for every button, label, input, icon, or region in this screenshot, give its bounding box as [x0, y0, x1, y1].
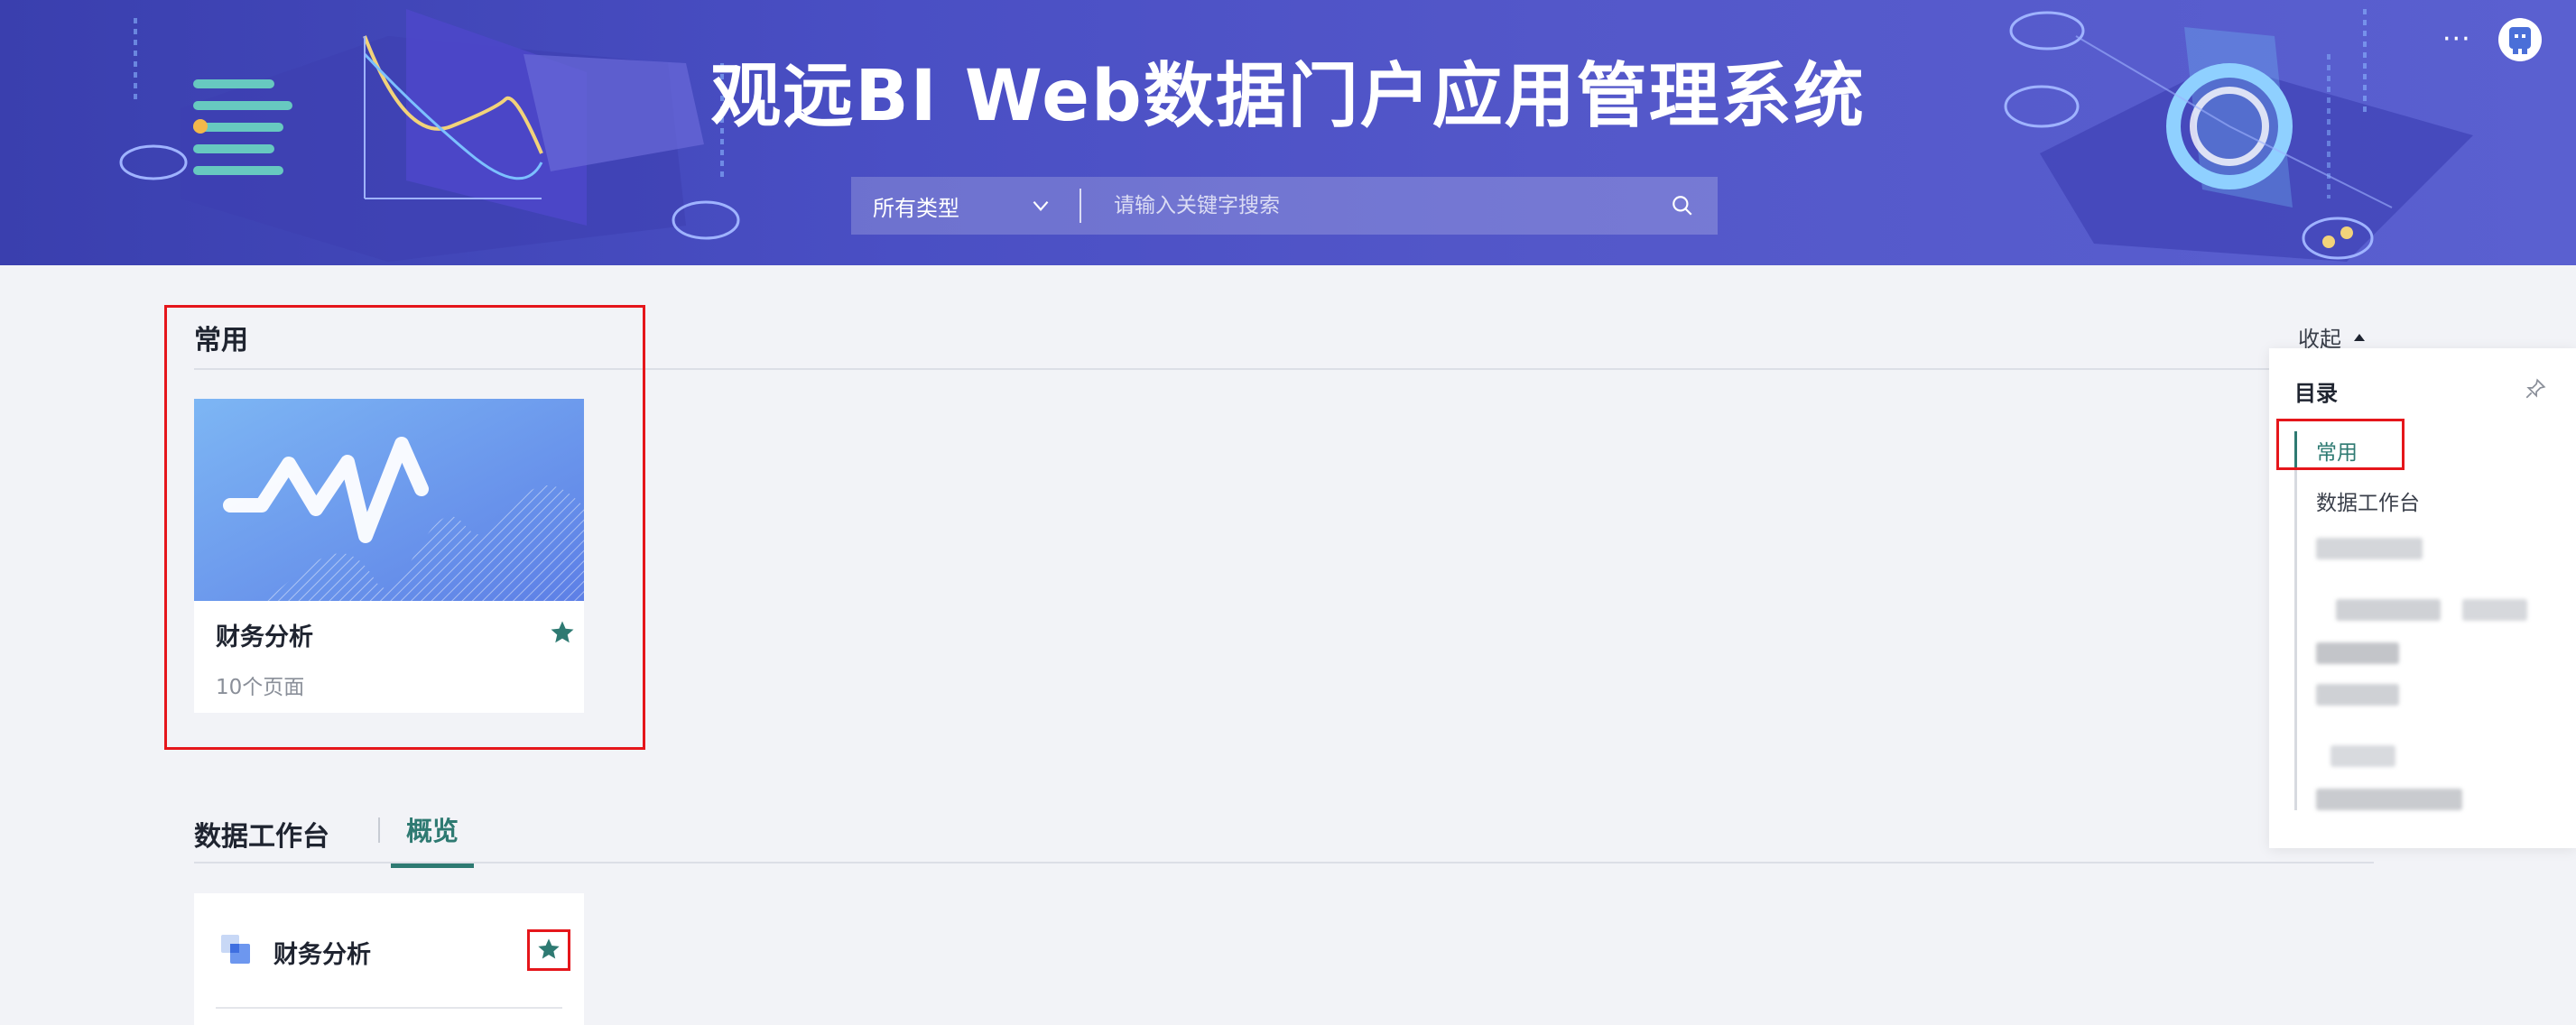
search-icon [1673, 196, 1692, 216]
toc-title: 目录 [2294, 381, 2338, 406]
toc-item-obscured[interactable] [2336, 599, 2441, 621]
star-icon[interactable] [536, 937, 561, 962]
page-title: 观远BI Web数据门户应用管理系统 [710, 56, 1866, 137]
workbench-card-title: 财务分析 [273, 941, 371, 969]
toc-item-favorites[interactable]: 常用 [2316, 435, 2358, 466]
workbench-app-card[interactable]: 财务分析 [194, 893, 584, 1025]
toc-item-obscured[interactable] [2316, 789, 2462, 810]
type-select[interactable]: 所有类型 [851, 177, 1080, 235]
header-banner: 观远BI Web数据门户应用管理系统 所有类型 ··· [0, 0, 2576, 265]
toc-panel: 目录 常用 数据工作台 [2269, 348, 2576, 848]
type-select-value: 所有类型 [873, 195, 959, 221]
search-bar: 所有类型 [851, 177, 1718, 235]
app-squares-icon [221, 935, 250, 964]
toc-item-obscured[interactable] [2316, 642, 2399, 664]
toc-item-obscured[interactable] [2316, 538, 2423, 559]
toc-rail-active [2294, 431, 2297, 467]
tab-overview-label: 概览 [405, 816, 459, 846]
pin-icon[interactable] [2524, 377, 2547, 401]
more-icon[interactable]: ··· [2442, 23, 2471, 55]
tab-active-underline [391, 863, 474, 868]
favorites-title: 常用 [194, 325, 248, 356]
search-button[interactable] [1647, 177, 1718, 235]
toc-item-obscured[interactable] [2316, 684, 2399, 706]
workbench-title: 数据工作台 [194, 821, 329, 853]
favorite-app-card[interactable]: 财务分析 10个页面 [194, 399, 584, 713]
app-card-page-count: 10个页面 [216, 676, 305, 699]
favorites-divider [194, 368, 2374, 370]
card-divider [216, 1007, 562, 1009]
caret-up-icon [2354, 333, 2365, 341]
app-cover-image [194, 399, 584, 601]
avatar-glyph [2509, 27, 2531, 54]
chevron-down-icon [1033, 200, 1049, 211]
toc-rail [2294, 431, 2297, 810]
toc-item-obscured[interactable] [2330, 745, 2395, 767]
star-icon[interactable] [549, 619, 576, 646]
tab-overview[interactable]: 概览 [391, 810, 474, 868]
workbench-divider [194, 862, 2374, 863]
tab-separator [378, 817, 380, 843]
app-card-title: 财务分析 [216, 623, 313, 651]
toc-item-obscured[interactable] [2462, 599, 2527, 621]
user-avatar-icon[interactable] [2498, 18, 2542, 61]
search-input[interactable] [1081, 177, 1647, 235]
toc-item-workbench[interactable]: 数据工作台 [2316, 485, 2420, 516]
